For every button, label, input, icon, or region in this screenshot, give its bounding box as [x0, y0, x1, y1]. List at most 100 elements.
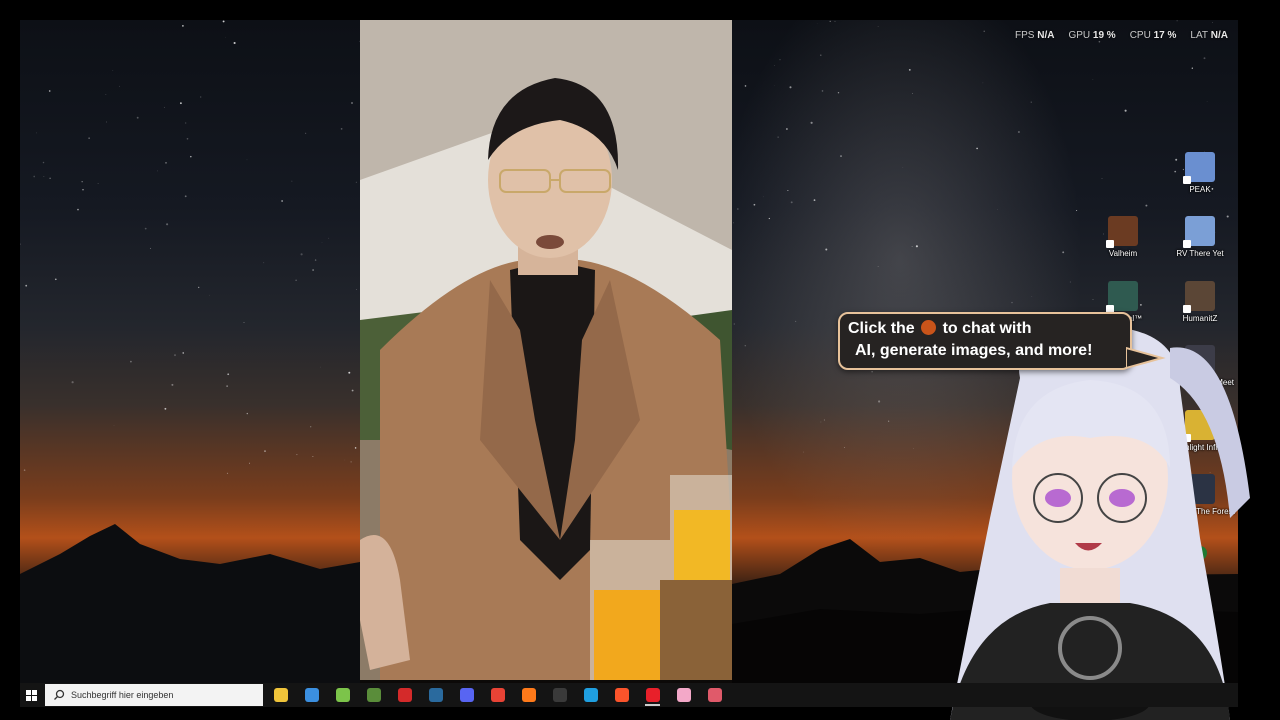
desktop-icon-valheim[interactable]: Valheim: [1092, 216, 1154, 258]
star: [226, 385, 228, 387]
discord-icon: [459, 688, 474, 702]
stat-label: CPU: [1129, 30, 1151, 41]
screen: FPS N/A GPU 19 % CPU 17 % LAT N/A PEAK Valh…: [0, 0, 1280, 720]
star: [305, 132, 307, 134]
star: [744, 85, 747, 87]
star: [355, 181, 357, 183]
desktop-icon-rv-there-yet[interactable]: RV There Yet: [1169, 216, 1231, 258]
star: [1124, 109, 1127, 112]
taskbar-app-red-app[interactable]: [389, 683, 420, 707]
star: [997, 209, 998, 210]
taskbar-pinned-apps: [265, 683, 730, 707]
desktop-icon-label: RV There Yet: [1176, 249, 1224, 258]
firefox-icon: [521, 688, 536, 702]
taskbar-app-obs[interactable]: [544, 683, 575, 707]
promo-bubble[interactable]: Click the to chat with AI, generate imag…: [838, 312, 1132, 370]
star: [71, 381, 74, 384]
brave-icon: [614, 688, 629, 702]
star: [840, 155, 842, 158]
rv-there-yet-icon: [1183, 216, 1215, 248]
minecraft-icon: [366, 688, 381, 702]
star: [1203, 57, 1206, 60]
start-button[interactable]: [20, 683, 42, 707]
star: [354, 447, 357, 449]
obs-icon: [552, 688, 567, 702]
desktop-icon-label: PEAK: [1189, 185, 1211, 194]
star: [295, 279, 297, 281]
shortcut-arrow-icon: [1183, 240, 1191, 248]
star: [130, 360, 132, 363]
star: [144, 227, 147, 230]
peak-icon: [1183, 152, 1215, 184]
star: [296, 454, 298, 456]
stat-fps: FPS N/A: [1015, 30, 1054, 41]
star: [834, 20, 836, 22]
star: [198, 286, 200, 289]
star: [82, 189, 84, 191]
star: [753, 203, 756, 206]
star: [225, 36, 226, 38]
star: [1101, 178, 1103, 179]
stat-value: N/A: [1208, 30, 1228, 41]
star: [762, 196, 764, 198]
taskbar-app-android[interactable]: [327, 683, 358, 707]
taskbar-app-file-explorer[interactable]: [265, 683, 296, 707]
star: [1030, 101, 1032, 103]
star: [888, 420, 890, 422]
star: [25, 284, 28, 287]
star: [1092, 79, 1094, 80]
star: [184, 195, 187, 198]
star: [823, 419, 825, 421]
desktop-icon-humanitz[interactable]: HumanitZ: [1169, 281, 1231, 323]
taskbar-app-opera[interactable]: [637, 683, 668, 707]
taskbar-app-discord[interactable]: [451, 683, 482, 707]
taskbar-search-box[interactable]: Suchbegriff hier eingeben: [45, 684, 263, 706]
star: [113, 425, 115, 426]
star: [174, 354, 176, 357]
star: [820, 421, 822, 423]
star: [106, 121, 108, 123]
stat-cpu: CPU 17 %: [1130, 30, 1177, 41]
star: [182, 352, 184, 354]
pink-app-icon: [676, 688, 691, 702]
star: [787, 190, 789, 191]
star: [779, 59, 781, 61]
star: [33, 175, 36, 178]
star: [48, 90, 51, 92]
taskbar-app-brave[interactable]: [606, 683, 637, 707]
star: [844, 447, 845, 448]
star: [1176, 20, 1178, 22]
stat-label: LAT: [1190, 30, 1208, 41]
star: [350, 461, 352, 463]
stat-label: GPU: [1068, 30, 1091, 41]
promo-line-2: AI, generate images, and more!: [855, 342, 1093, 359]
tool-app-icon: [707, 688, 722, 702]
star: [976, 147, 978, 150]
star: [88, 137, 90, 139]
star: [20, 243, 21, 245]
taskbar-app-battle-net[interactable]: [575, 683, 606, 707]
star: [908, 69, 911, 71]
steam-icon: [428, 688, 443, 702]
promo-text-suffix: to chat with: [942, 320, 1032, 337]
star: [136, 116, 139, 119]
desktop-icon-peak[interactable]: PEAK: [1169, 152, 1231, 194]
taskbar-app-firefox[interactable]: [513, 683, 544, 707]
stat-gpu: GPU 19 %: [1068, 30, 1115, 41]
star: [112, 70, 114, 71]
star: [829, 20, 831, 23]
taskbar-app-calculator[interactable]: [296, 683, 327, 707]
taskbar-app-chrome[interactable]: [482, 683, 513, 707]
video-player[interactable]: [360, 20, 732, 680]
taskbar-app-minecraft[interactable]: [358, 683, 389, 707]
bubble-arrow: [1126, 346, 1166, 370]
star: [281, 200, 283, 202]
star: [1191, 67, 1193, 69]
calculator-icon: [304, 688, 319, 702]
taskbar-app-steam[interactable]: [420, 683, 451, 707]
taskbar-app-pink-app[interactable]: [668, 683, 699, 707]
basketball-icon[interactable]: [921, 320, 937, 335]
taskbar-app-tool-app[interactable]: [699, 683, 730, 707]
star: [774, 65, 775, 66]
star: [777, 136, 779, 138]
